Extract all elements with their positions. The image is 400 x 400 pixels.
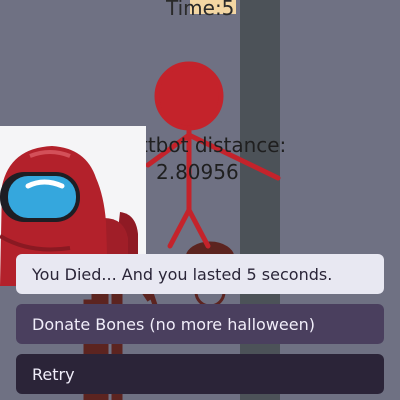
retry-label: Retry <box>32 364 75 384</box>
donate-bones-label: Donate Bones (no more halloween) <box>32 314 315 334</box>
death-message: You Died... And you lasted 5 seconds. <box>16 254 384 294</box>
distance-value: 2.80956 <box>156 160 239 184</box>
distance-label: ttbot distance: <box>140 133 287 157</box>
donate-bones-button[interactable]: Donate Bones (no more halloween) <box>16 304 384 344</box>
retry-button[interactable]: Retry <box>16 354 384 394</box>
timer-label: Time:5 <box>166 0 235 20</box>
death-message-text: You Died... And you lasted 5 seconds. <box>32 264 333 284</box>
